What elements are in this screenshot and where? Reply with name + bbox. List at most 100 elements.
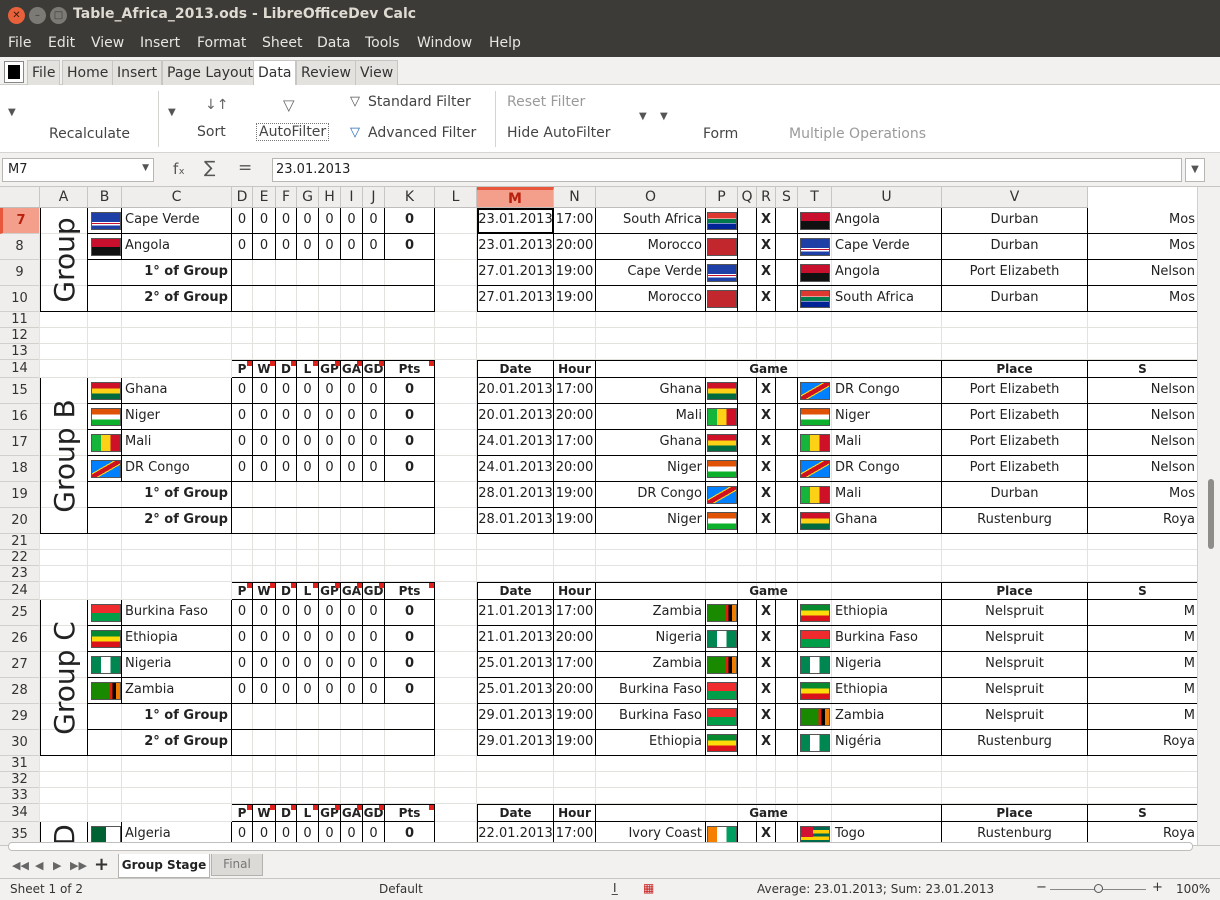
row-header-30[interactable]: 30 xyxy=(0,730,40,756)
match-date[interactable]: 29.01.2013 xyxy=(477,730,554,756)
horizontal-scrollbar[interactable] xyxy=(8,842,1193,851)
row-header-9[interactable]: 9 xyxy=(0,260,40,286)
next-sheet-icon[interactable]: ▶ xyxy=(53,859,61,872)
row-header-25[interactable]: 25 xyxy=(0,600,40,626)
row-header-23[interactable]: 23 xyxy=(0,566,40,582)
match-date[interactable]: 29.01.2013 xyxy=(477,704,554,730)
menu-tools[interactable]: Tools xyxy=(365,35,400,51)
dropdown-arrow-icon[interactable]: ▼ xyxy=(639,111,647,122)
formula-equals-icon[interactable]: = xyxy=(238,158,252,178)
match-date[interactable]: 21.01.2013 xyxy=(477,626,554,652)
minimize-window-icon[interactable]: – xyxy=(29,7,46,24)
column-header-d[interactable]: D xyxy=(232,187,253,208)
sort-button[interactable]: Sort xyxy=(197,124,226,140)
score-home[interactable] xyxy=(738,626,757,652)
column-header-q[interactable]: Q xyxy=(738,187,757,208)
dropdown-arrow-icon[interactable]: ▼ xyxy=(168,107,176,118)
column-header-p[interactable]: P xyxy=(706,187,738,208)
match-date[interactable]: 25.01.2013 xyxy=(477,652,554,678)
row-header-31[interactable]: 31 xyxy=(0,756,40,772)
standard-filter-button[interactable]: Standard Filter xyxy=(368,94,471,110)
menu-window[interactable]: Window xyxy=(417,35,472,51)
match-date[interactable]: 27.01.2013 xyxy=(477,260,554,286)
row-header-15[interactable]: 15 xyxy=(0,378,40,404)
qualifier-slot[interactable] xyxy=(232,730,435,756)
first-sheet-icon[interactable]: ◀◀ xyxy=(12,859,29,872)
score-home[interactable] xyxy=(738,456,757,482)
score-away[interactable] xyxy=(776,234,798,260)
match-date[interactable]: 24.01.2013 xyxy=(477,456,554,482)
score-home[interactable] xyxy=(738,286,757,312)
score-away[interactable] xyxy=(776,482,798,508)
column-header-l[interactable]: L xyxy=(435,187,477,208)
spreadsheet-grid[interactable]: A B C D E F G H I J K L M N O P Q R S T U V 7 8 9 10 11 12 13 14 15 16 1… xyxy=(0,187,1197,845)
dropdown-arrow-icon[interactable]: ▼ xyxy=(8,107,16,118)
recalculate-button[interactable]: Recalculate xyxy=(49,126,130,142)
score-home[interactable] xyxy=(738,482,757,508)
column-header-g[interactable]: G xyxy=(297,187,319,208)
score-home[interactable] xyxy=(738,704,757,730)
tab-data[interactable]: Data xyxy=(253,60,297,86)
row-header-11[interactable]: 11 xyxy=(0,312,40,328)
dropdown-arrow-icon[interactable]: ▼ xyxy=(660,111,668,122)
score-away[interactable] xyxy=(776,600,798,626)
score-home[interactable] xyxy=(738,730,757,756)
menu-data[interactable]: Data xyxy=(317,35,350,51)
score-home[interactable] xyxy=(738,430,757,456)
row-header-26[interactable]: 26 xyxy=(0,626,40,652)
row-header-14[interactable]: 14 xyxy=(0,360,40,378)
row-header-29[interactable]: 29 xyxy=(0,704,40,730)
row-header-22[interactable]: 22 xyxy=(0,550,40,566)
qualifier-slot[interactable] xyxy=(232,482,435,508)
form-button[interactable]: Form xyxy=(703,126,738,142)
menu-insert[interactable]: Insert xyxy=(140,35,180,51)
vertical-scrollbar[interactable] xyxy=(1197,187,1220,845)
name-box[interactable]: M7 ▼ xyxy=(2,158,154,182)
score-away[interactable] xyxy=(776,678,798,704)
score-home[interactable] xyxy=(738,508,757,534)
row-header-13[interactable]: 13 xyxy=(0,344,40,360)
maximize-window-icon[interactable]: □ xyxy=(50,7,67,24)
menu-help[interactable]: Help xyxy=(489,35,521,51)
column-header-u[interactable]: U xyxy=(832,187,942,208)
match-date[interactable]: 27.01.2013 xyxy=(477,286,554,312)
column-header-f[interactable]: F xyxy=(276,187,297,208)
score-away[interactable] xyxy=(776,626,798,652)
column-header-k[interactable]: K xyxy=(385,187,435,208)
tab-review[interactable]: Review xyxy=(296,60,356,85)
add-sheet-icon[interactable]: + xyxy=(94,854,109,875)
tab-page-layout[interactable]: Page Layout xyxy=(162,60,258,85)
sum-icon[interactable]: ∑ xyxy=(204,158,215,178)
reset-filter-button[interactable]: Reset Filter xyxy=(507,94,585,110)
menu-edit[interactable]: Edit xyxy=(48,35,75,51)
document-menu-icon[interactable] xyxy=(4,61,24,83)
page-style[interactable]: Default xyxy=(379,882,423,896)
tab-home[interactable]: Home xyxy=(62,60,114,85)
last-sheet-icon[interactable]: ▶▶ xyxy=(70,859,87,872)
score-away[interactable] xyxy=(776,456,798,482)
close-window-icon[interactable]: ✕ xyxy=(8,7,25,24)
function-wizard-icon[interactable]: fₓ xyxy=(173,160,185,178)
row-header-17[interactable]: 17 xyxy=(0,430,40,456)
expand-formula-icon[interactable]: ▼ xyxy=(1185,158,1205,182)
zoom-slider-handle[interactable] xyxy=(1094,884,1103,893)
score-away[interactable] xyxy=(776,652,798,678)
qualifier-slot[interactable] xyxy=(232,508,435,534)
hide-autofilter-button[interactable]: Hide AutoFilter xyxy=(507,125,611,141)
match-date[interactable]: 23.01.2013 xyxy=(477,234,554,260)
score-away[interactable] xyxy=(776,404,798,430)
match-date[interactable]: 28.01.2013 xyxy=(477,508,554,534)
row-header-18[interactable]: 18 xyxy=(0,456,40,482)
formula-input[interactable]: 23.01.2013 xyxy=(272,158,1182,182)
score-home[interactable] xyxy=(738,404,757,430)
zoom-in-icon[interactable]: + xyxy=(1152,880,1163,895)
row-header-8[interactable]: 8 xyxy=(0,234,40,260)
sort-icon[interactable]: ↓↑ xyxy=(205,97,228,113)
match-date[interactable]: 28.01.2013 xyxy=(477,482,554,508)
score-home[interactable] xyxy=(738,208,757,234)
column-header-n[interactable]: N xyxy=(554,187,596,208)
scroll-thumb[interactable] xyxy=(1208,479,1214,549)
column-header-i[interactable]: I xyxy=(341,187,363,208)
score-home[interactable] xyxy=(738,234,757,260)
column-header-b[interactable]: B xyxy=(88,187,122,208)
